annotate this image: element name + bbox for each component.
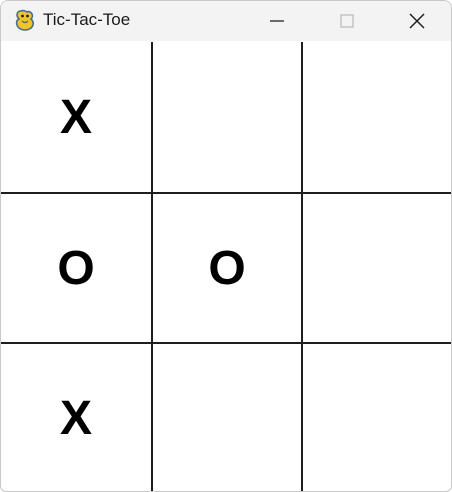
title-bar[interactable]: Tic-Tac-Toe [1, 1, 451, 41]
cell-1-0[interactable]: O [1, 193, 151, 343]
cell-1-1[interactable]: O [152, 193, 302, 343]
grid-line-horizontal [1, 192, 451, 194]
minimize-button[interactable] [255, 1, 299, 41]
cell-0-2[interactable] [303, 42, 451, 192]
close-button[interactable] [395, 1, 439, 41]
grid-line-vertical [301, 42, 303, 491]
game-board: X O O X [1, 42, 451, 491]
cell-0-1[interactable] [152, 42, 302, 192]
maximize-button[interactable] [325, 1, 369, 41]
cell-1-2[interactable] [303, 193, 451, 343]
grid-line-vertical [151, 42, 153, 491]
window-title: Tic-Tac-Toe [43, 10, 131, 29]
cell-2-0[interactable]: X [1, 343, 151, 491]
game-window: Tic-Tac-Toe X O O X [0, 0, 452, 492]
grid-line-horizontal [1, 342, 451, 344]
minimize-icon [270, 20, 284, 22]
close-icon [409, 13, 425, 29]
cell-2-2[interactable] [303, 343, 451, 491]
cell-2-1[interactable] [152, 343, 302, 491]
cell-0-0[interactable]: X [1, 42, 151, 192]
python-snake-icon [13, 8, 37, 32]
maximize-icon [340, 14, 354, 28]
